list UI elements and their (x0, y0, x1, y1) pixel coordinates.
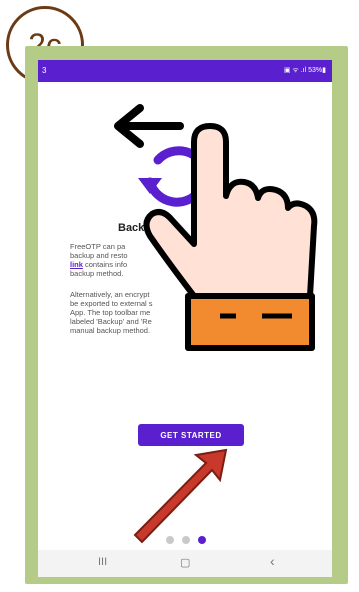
swipe-left-arrow-icon (114, 104, 184, 148)
instruction-overlay (114, 104, 318, 544)
pointing-hand-icon (143, 123, 318, 351)
red-pointer-arrow-icon (133, 448, 228, 544)
